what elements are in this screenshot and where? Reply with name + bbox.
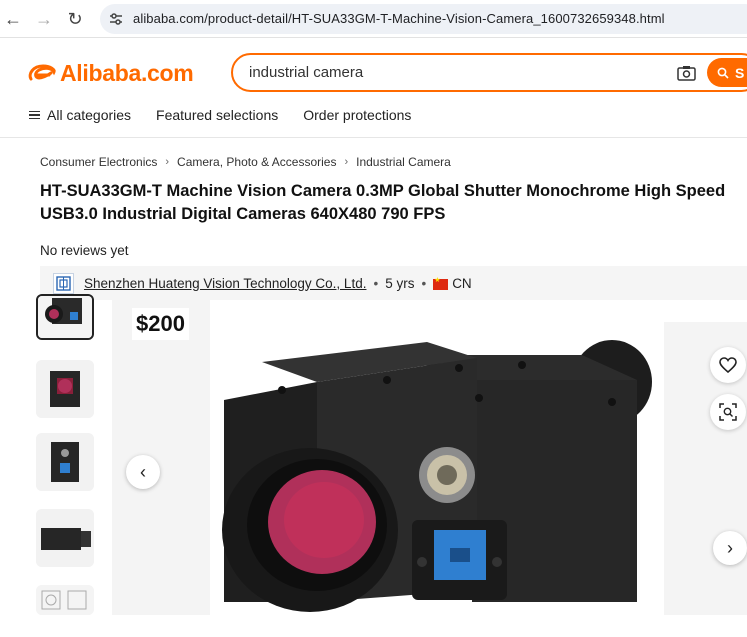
scan-icon (719, 403, 737, 421)
category-nav: All categories Featured selections Order… (29, 107, 436, 123)
china-flag-icon (433, 276, 449, 290)
thumbnail-4[interactable] (36, 509, 94, 567)
camera-side-thumbnail (36, 509, 94, 567)
favorite-button[interactable] (710, 347, 746, 383)
camera-thumbnail-image (38, 296, 92, 338)
supplier-name-link[interactable]: Shenzhen Huateng Vision Technology Co., … (84, 276, 366, 291)
menu-icon (29, 110, 40, 120)
order-protections-link[interactable]: Order protections (303, 107, 411, 123)
thumbnail-2[interactable] (36, 360, 94, 418)
all-categories-menu[interactable]: All categories (29, 107, 131, 123)
breadcrumb-item[interactable]: Industrial Camera (356, 155, 451, 169)
site-settings-icon[interactable] (108, 11, 124, 27)
search-button[interactable]: S (707, 58, 747, 87)
previous-image-button[interactable]: ‹ (126, 455, 160, 489)
alibaba-logo[interactable]: Alibaba.com (27, 58, 194, 88)
visual-search-button[interactable] (710, 394, 746, 430)
camera-image (222, 340, 652, 612)
breadcrumb: Consumer Electronics › Camera, Photo & A… (40, 155, 451, 169)
separator-dot: • (421, 275, 427, 291)
product-price: $200 (132, 308, 189, 340)
supplier-strip: Shenzhen Huateng Vision Technology Co., … (40, 266, 747, 300)
address-bar[interactable]: alibaba.com/product-detail/HT-SUA33GM-T-… (100, 4, 747, 34)
supplier-logo-icon (56, 275, 71, 291)
dimension-drawing-thumbnail (36, 585, 94, 615)
chevron-right-icon: › (165, 156, 170, 168)
reload-icon[interactable]: ↻ (65, 9, 85, 29)
thumbnail-3[interactable] (36, 433, 94, 491)
next-image-button[interactable]: › (713, 531, 747, 565)
logo-text: Alibaba.com (60, 59, 194, 86)
search-input[interactable] (249, 64, 649, 81)
thumbnail-1[interactable] (36, 294, 94, 340)
nav-label: Order protections (303, 107, 412, 123)
nav-label: Featured selections (156, 107, 279, 123)
supplier-logo (53, 272, 74, 294)
chevron-right-icon: › (344, 156, 349, 168)
search-button-label: S (735, 64, 745, 81)
chevron-left-icon: ‹ (140, 461, 146, 482)
thumbnail-5[interactable] (36, 585, 94, 615)
main-product-image[interactable]: $200 ‹ › (112, 300, 747, 615)
breadcrumb-item[interactable]: Consumer Electronics (40, 155, 157, 169)
search-bar: S (231, 53, 747, 92)
camera-back-thumbnail (36, 433, 94, 491)
back-icon[interactable]: ← (3, 9, 23, 29)
image-search-icon[interactable] (677, 65, 696, 81)
search-icon (717, 67, 729, 79)
supplier-years: 5 yrs (385, 275, 415, 291)
product-title: HT-SUA33GM-T Machine Vision Camera 0.3MP… (40, 182, 726, 223)
camera-front-thumbnail (36, 360, 94, 418)
url-text[interactable]: alibaba.com/product-detail/HT-SUA33GM-T-… (133, 11, 665, 26)
alibaba-logo-icon (28, 64, 56, 81)
browser-toolbar: ← → ↻ alibaba.com/product-detail/HT-SUA3… (0, 0, 747, 38)
separator-dot: • (373, 275, 379, 291)
reviews-status: No reviews yet (40, 243, 129, 258)
nav-label: All categories (47, 107, 132, 123)
chevron-right-icon: › (727, 537, 733, 558)
breadcrumb-item[interactable]: Camera, Photo & Accessories (177, 155, 336, 169)
forward-icon[interactable]: → (34, 9, 54, 29)
supplier-country: CN (452, 275, 472, 291)
heart-icon (719, 357, 737, 373)
featured-selections-link[interactable]: Featured selections (156, 107, 278, 123)
